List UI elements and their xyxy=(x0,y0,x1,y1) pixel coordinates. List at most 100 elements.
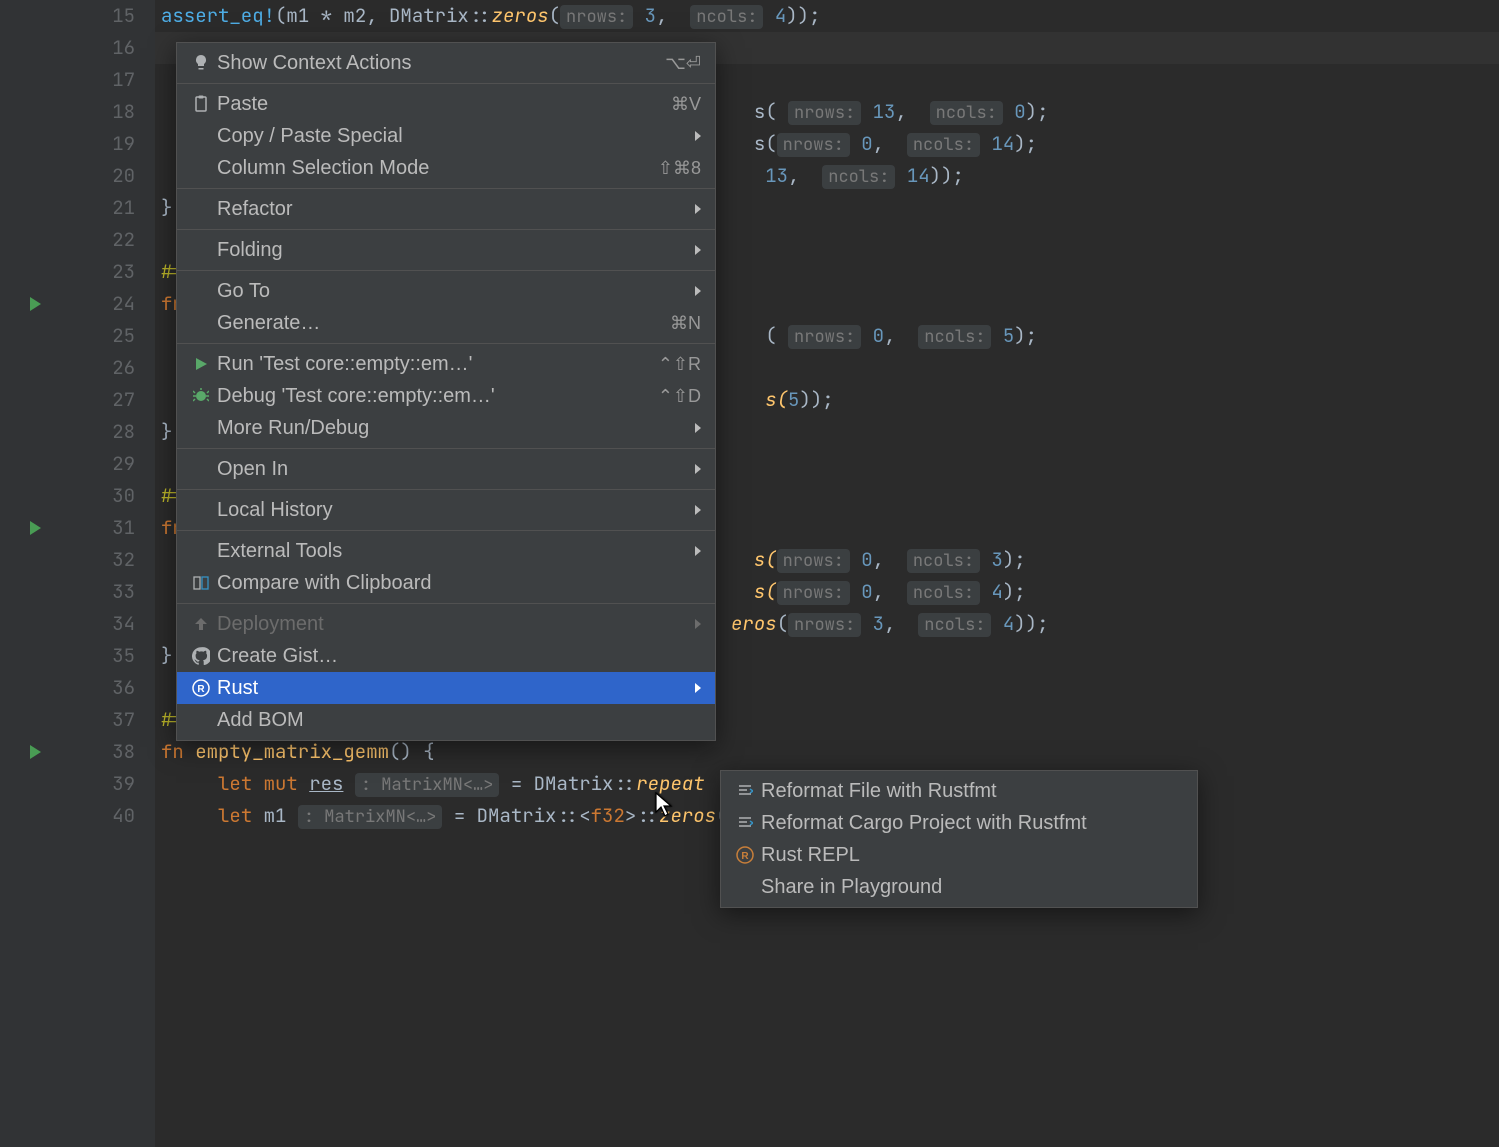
menu-item-label: Copy / Paste Special xyxy=(217,125,687,148)
menu-item-more-run-debug[interactable]: More Run/Debug xyxy=(177,412,715,444)
menu-item-shortcut: ⌃⇧R xyxy=(658,354,701,375)
submenu-item-rust-repl[interactable]: RRust REPL xyxy=(721,839,1197,871)
blank-icon xyxy=(187,458,215,480)
submenu-arrow-icon xyxy=(695,546,701,556)
editor-context-menu: Show Context Actions⌥⏎ Paste⌘V Copy / Past… xyxy=(176,42,716,741)
blank-icon xyxy=(187,280,215,302)
svg-text:R: R xyxy=(197,684,205,695)
menu-item-create-gist[interactable]: Create Gist… xyxy=(177,640,715,672)
submenu-arrow-icon xyxy=(695,464,701,474)
menu-item-folding[interactable]: Folding xyxy=(177,234,715,266)
line-number[interactable]: 17 xyxy=(55,64,135,96)
line-number[interactable]: 35 xyxy=(55,640,135,672)
compare-icon xyxy=(187,572,215,594)
menu-item-external-tools[interactable]: External Tools xyxy=(177,535,715,567)
run-test-gutter-icon[interactable] xyxy=(15,512,55,544)
assert-macro: assert_eq! xyxy=(161,3,275,28)
menu-item-label: Refactor xyxy=(217,198,687,221)
blank-icon xyxy=(187,198,215,220)
menu-item-add-bom[interactable]: Add BOM xyxy=(177,704,715,736)
menu-item-run-test-core-empty-em[interactable]: Run 'Test core::empty::em…'⌃⇧R xyxy=(177,348,715,380)
menu-item-label: Paste xyxy=(217,93,671,116)
submenu-item-reformat-cargo-project-with-rustfmt[interactable]: Reformat Cargo Project with Rustfmt xyxy=(721,807,1197,839)
submenu-item-share-in-playground[interactable]: Share in Playground xyxy=(721,871,1197,903)
submenu-arrow-icon xyxy=(695,683,701,693)
menu-item-shortcut: ⇧⌘8 xyxy=(658,158,701,179)
menu-item-compare-with-clipboard[interactable]: Compare with Clipboard xyxy=(177,567,715,599)
menu-item-label: Folding xyxy=(217,239,687,262)
submenu-arrow-icon xyxy=(695,505,701,515)
submenu-item-label: Share in Playground xyxy=(761,876,1183,899)
line-number[interactable]: 18 xyxy=(55,96,135,128)
blank-icon xyxy=(187,157,215,179)
menu-separator xyxy=(177,270,715,271)
menu-item-show-context-actions[interactable]: Show Context Actions⌥⏎ xyxy=(177,47,715,79)
line-number[interactable]: 28 xyxy=(55,416,135,448)
menu-item-column-selection-mode[interactable]: Column Selection Mode⇧⌘8 xyxy=(177,152,715,184)
line-number[interactable]: 29 xyxy=(55,448,135,480)
menu-item-label: Go To xyxy=(217,280,687,303)
blank-icon xyxy=(187,709,215,731)
line-number[interactable]: 25 xyxy=(55,320,135,352)
line-number[interactable]: 40 xyxy=(55,800,135,832)
submenu-item-label: Rust REPL xyxy=(761,844,1183,867)
menu-item-rust[interactable]: R Rust xyxy=(177,672,715,704)
line-number[interactable]: 21 xyxy=(55,192,135,224)
menu-item-label: Local History xyxy=(217,499,687,522)
line-number[interactable]: 15 xyxy=(55,0,135,32)
menu-item-go-to[interactable]: Go To xyxy=(177,275,715,307)
blank-icon xyxy=(187,239,215,261)
rust-submenu: Reformat File with Rustfmt Reformat Cargo… xyxy=(720,770,1198,908)
format-icon xyxy=(731,780,759,802)
run-test-gutter-icon[interactable] xyxy=(15,288,55,320)
menu-item-shortcut: ⌘N xyxy=(670,313,701,334)
line-number[interactable]: 30 xyxy=(55,480,135,512)
paste-icon xyxy=(187,93,215,115)
run-test-gutter-icon[interactable] xyxy=(15,736,55,768)
line-number[interactable]: 37 xyxy=(55,704,135,736)
line-number[interactable]: 31 xyxy=(55,512,135,544)
submenu-item-reformat-file-with-rustfmt[interactable]: Reformat File with Rustfmt xyxy=(721,775,1197,807)
line-number[interactable]: 33 xyxy=(55,576,135,608)
menu-item-label: Add BOM xyxy=(217,709,701,732)
menu-item-refactor[interactable]: Refactor xyxy=(177,193,715,225)
line-number[interactable]: 16 xyxy=(55,32,135,64)
menu-item-generate[interactable]: Generate…⌘N xyxy=(177,307,715,339)
line-number[interactable]: 27 xyxy=(55,384,135,416)
menu-item-label: Compare with Clipboard xyxy=(217,572,701,595)
menu-item-label: Generate… xyxy=(217,312,670,335)
menu-item-label: Deployment xyxy=(217,613,687,636)
menu-item-label: Rust xyxy=(217,677,687,700)
menu-separator xyxy=(177,188,715,189)
submenu-arrow-icon xyxy=(695,131,701,141)
line-number[interactable]: 32 xyxy=(55,544,135,576)
line-number[interactable]: 22 xyxy=(55,224,135,256)
line-number[interactable]: 20 xyxy=(55,160,135,192)
menu-separator xyxy=(177,83,715,84)
menu-item-open-in[interactable]: Open In xyxy=(177,453,715,485)
menu-item-debug-test-core-empty-em[interactable]: Debug 'Test core::empty::em…'⌃⇧D xyxy=(177,380,715,412)
line-number[interactable]: 26 xyxy=(55,352,135,384)
menu-item-label: Show Context Actions xyxy=(217,52,665,75)
menu-item-paste[interactable]: Paste⌘V xyxy=(177,88,715,120)
menu-item-local-history[interactable]: Local History xyxy=(177,494,715,526)
line-number[interactable]: 38 xyxy=(55,736,135,768)
line-number[interactable]: 39 xyxy=(55,768,135,800)
line-number[interactable]: 19 xyxy=(55,128,135,160)
blank-icon xyxy=(731,876,759,898)
menu-item-shortcut: ⌥⏎ xyxy=(665,53,701,74)
line-number[interactable]: 34 xyxy=(55,608,135,640)
menu-item-copy-paste-special[interactable]: Copy / Paste Special xyxy=(177,120,715,152)
line-number[interactable]: 24 xyxy=(55,288,135,320)
submenu-arrow-icon xyxy=(695,204,701,214)
github-icon xyxy=(187,645,215,667)
line-number[interactable]: 36 xyxy=(55,672,135,704)
submenu-arrow-icon xyxy=(695,619,701,629)
blank-icon xyxy=(187,125,215,147)
submenu-item-label: Reformat File with Rustfmt xyxy=(761,780,1183,803)
menu-item-label: Open In xyxy=(217,458,687,481)
bulb-icon xyxy=(187,52,215,74)
line-number[interactable]: 23 xyxy=(55,256,135,288)
menu-item-label: Debug 'Test core::empty::em…' xyxy=(217,385,658,408)
submenu-arrow-icon xyxy=(695,245,701,255)
